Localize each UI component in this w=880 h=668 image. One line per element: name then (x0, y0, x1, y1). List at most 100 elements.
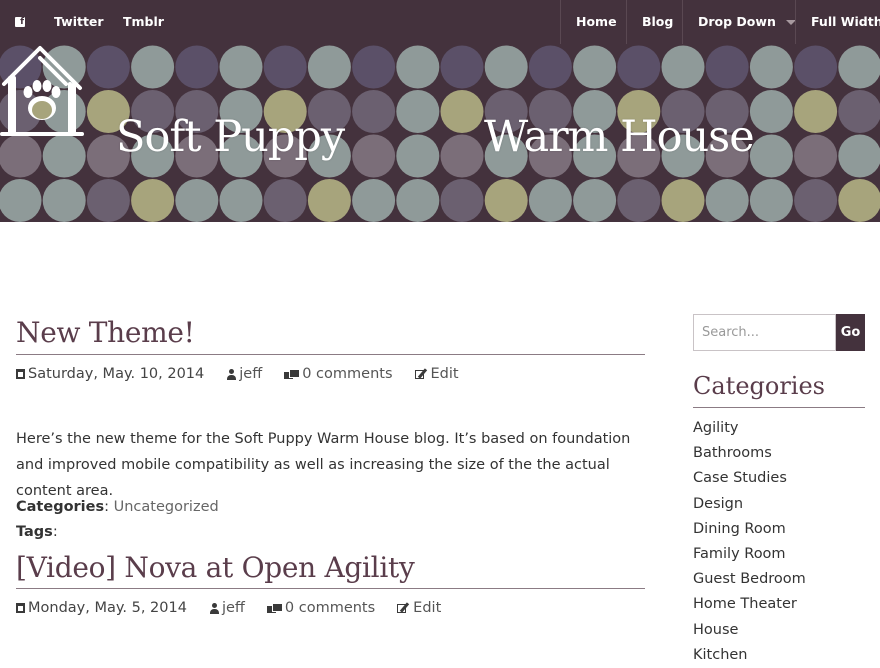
categories-heading: Categories (693, 372, 825, 400)
banner-dot (131, 179, 175, 222)
banner-dot (86, 45, 130, 89)
banner-dot (573, 45, 617, 89)
post-date: Saturday, May. 10, 2014 (28, 366, 205, 382)
post-date: Monday, May. 5, 2014 (28, 600, 187, 616)
comments-icon (284, 368, 301, 380)
top-bar: f Twitter Tmblr Home Blog Drop Down Full… (0, 0, 880, 44)
banner-dot (0, 179, 42, 222)
category-item[interactable]: House (693, 618, 806, 643)
banner-dot (794, 45, 838, 89)
category-item[interactable]: Design (693, 492, 806, 517)
banner-dot (263, 45, 307, 89)
title-divider (16, 588, 645, 589)
banner-dot (219, 45, 263, 89)
banner-dot (42, 134, 86, 178)
post-body: Here’s the new theme for the Soft Puppy … (16, 431, 631, 499)
banner-dot (175, 179, 219, 222)
banner-dot (838, 179, 880, 222)
banner-dot (661, 45, 705, 89)
banner-dot (440, 90, 484, 133)
post-categories: Categories: Uncategorized (16, 499, 219, 515)
banner-dot (307, 179, 351, 222)
post-author-link[interactable]: jeff (239, 366, 262, 382)
dog-house-logo-icon[interactable] (0, 44, 84, 140)
user-icon (209, 602, 219, 614)
nav-home[interactable]: Home (560, 0, 626, 44)
category-item[interactable]: Case Studies (693, 466, 806, 491)
site-title-right[interactable]: Warm House (484, 112, 755, 162)
banner-dot (352, 179, 396, 222)
category-item[interactable]: Agility (693, 416, 806, 441)
category-link[interactable]: Uncategorized (114, 499, 219, 515)
post-edit-link[interactable]: Edit (431, 366, 459, 382)
nav-full-width-label: Full Width (811, 14, 880, 29)
banner-dot (838, 45, 880, 89)
banner-dot (528, 179, 572, 222)
banner-dot (617, 179, 661, 222)
banner-dot (42, 179, 86, 222)
header-banner: Soft Puppy Warm House (0, 44, 880, 222)
banner-dot (352, 45, 396, 89)
nav-full-width[interactable]: Full Width (795, 0, 880, 44)
banner-dot (705, 179, 749, 222)
banner-dot (617, 45, 661, 89)
tumblr-link[interactable]: Tmblr (123, 14, 164, 29)
categories-label: Categories (16, 499, 105, 515)
main-nav: Home Blog Drop Down Full Width (560, 0, 880, 44)
banner-dot (396, 90, 440, 133)
twitter-link[interactable]: Twitter (54, 14, 104, 29)
calendar-icon (16, 603, 25, 613)
category-item[interactable]: Guest Bedroom (693, 567, 806, 592)
post-comments-link[interactable]: 0 comments (302, 366, 392, 382)
banner-dot (175, 45, 219, 89)
post-author-link[interactable]: jeff (222, 600, 245, 616)
category-item[interactable]: Home Theater (693, 592, 806, 617)
banner-dot (749, 90, 793, 133)
user-icon (226, 368, 237, 380)
site-title-left[interactable]: Soft Puppy (116, 112, 345, 162)
banner-dot (86, 179, 130, 222)
post-title[interactable]: [Video] Nova at Open Agility (16, 551, 415, 584)
calendar-icon (16, 369, 25, 379)
banner-dot (528, 45, 572, 89)
category-item[interactable]: Family Room (693, 542, 806, 567)
banner-dot (573, 179, 617, 222)
facebook-icon[interactable]: f (15, 17, 25, 27)
category-item[interactable]: Dining Room (693, 517, 806, 542)
banner-dot (749, 179, 793, 222)
banner-dot (705, 45, 749, 89)
post-title[interactable]: New Theme! (16, 316, 195, 349)
banner-dot (396, 134, 440, 178)
comments-icon (266, 602, 283, 614)
nav-home-label: Home (576, 14, 617, 29)
banner-dot (794, 134, 838, 178)
edit-icon (414, 368, 428, 380)
banner-dot (484, 45, 528, 89)
banner-dot (263, 179, 307, 222)
banner-dot (440, 179, 484, 222)
nav-blog-label: Blog (642, 14, 674, 29)
edit-icon (397, 602, 410, 614)
banner-dot (749, 134, 793, 178)
banner-dot (0, 134, 42, 178)
nav-drop-down[interactable]: Drop Down (682, 0, 796, 44)
post-tags: Tags: (16, 524, 58, 540)
search-input[interactable] (693, 314, 836, 351)
banner-dot (838, 90, 880, 133)
nav-blog[interactable]: Blog (626, 0, 682, 44)
search-button[interactable]: Go (836, 314, 865, 351)
post-comments-link[interactable]: 0 comments (285, 600, 375, 616)
banner-dot (352, 134, 396, 178)
category-item[interactable]: Kitchen (693, 643, 806, 668)
post-meta: Monday, May. 5, 2014 jeff 0 comments Edi… (16, 600, 441, 616)
banner-dot (352, 90, 396, 133)
banner-dot (794, 179, 838, 222)
post-edit-link[interactable]: Edit (413, 600, 441, 616)
banner-dot (440, 134, 484, 178)
banner-dot (484, 179, 528, 222)
banner-dot (396, 179, 440, 222)
categories-list: Agility Bathrooms Case Studies Design Dining… (693, 416, 806, 668)
post-meta: Saturday, May. 10, 2014 jeff 0 comments … (16, 366, 459, 382)
category-item[interactable]: Bathrooms (693, 441, 806, 466)
banner-dot (307, 45, 351, 89)
